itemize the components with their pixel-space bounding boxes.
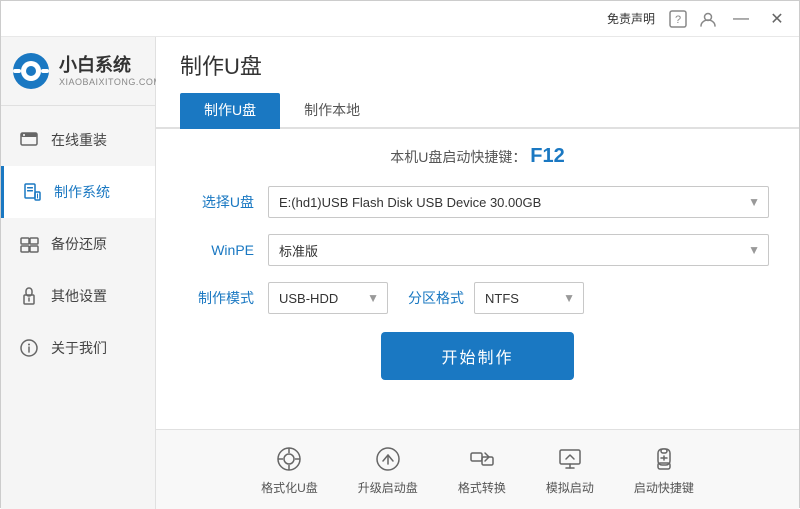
app-body: 小白系统 XIAOBAIXITONG.COM 在线重装 [1,37,799,509]
logo-subtitle: XIAOBAIXITONG.COM [59,77,161,87]
sidebar-item-label-other-settings: 其他设置 [51,286,107,306]
bottom-toolbar: 格式化U盘 升级启动盘 [156,429,799,509]
sidebar-item-backup-restore[interactable]: 备份还原 [1,218,155,270]
sidebar-item-about-us[interactable]: 关于我们 [1,322,155,374]
select-udisk-control: E:(hd1)USB Flash Disk USB Device 30.00GB… [268,186,769,218]
tool-boot-shortcut-label: 启动快捷键 [634,479,694,496]
select-udisk-value: E:(hd1)USB Flash Disk USB Device 30.00GB [279,195,541,210]
make-mode-row: 制作模式 USB-HDD ▼ 分区格式 NTFS ▼ [186,282,769,314]
format-convert-icon [466,443,498,475]
partition-format-dropdown[interactable]: NTFS ▼ [474,282,584,314]
tabs-bar: 制作U盘 制作本地 [156,85,799,129]
start-btn-row: 开始制作 [186,332,769,380]
tool-simulate-boot[interactable]: 模拟启动 [546,443,594,496]
select-udisk-arrow: ▼ [748,195,760,209]
make-system-icon [20,180,44,204]
sidebar-item-label-make-system: 制作系统 [54,182,110,202]
help-icon[interactable]: ? [667,8,689,30]
make-mode-label: 制作模式 [186,288,254,308]
minimize-button[interactable]: — [727,8,755,30]
logo-title: 小白系统 [59,55,161,77]
winpe-label: WinPE [186,242,254,258]
sidebar-item-other-settings[interactable]: 其他设置 [1,270,155,322]
winpe-value: 标准版 [279,241,318,260]
tool-boot-shortcut[interactable]: 启动快捷键 [634,443,694,496]
tool-format-udisk[interactable]: 格式化U盘 [261,443,318,496]
sidebar-item-label-backup-restore: 备份还原 [51,234,107,254]
make-mode-dropdown[interactable]: USB-HDD ▼ [268,282,388,314]
tab-make-udisk[interactable]: 制作U盘 [180,93,280,129]
partition-format-label: 分区格式 [408,288,464,308]
tool-upgrade-boot-label: 升级启动盘 [358,479,418,496]
sidebar-item-online-reinstall[interactable]: 在线重装 [1,114,155,166]
boot-shortcut-icon [648,443,680,475]
tool-simulate-boot-label: 模拟启动 [546,479,594,496]
shortcut-hint: 本机U盘启动快捷键： F12 [186,145,769,168]
upgrade-boot-icon [372,443,404,475]
title-bar: 免责声明 ? — ✕ [1,1,799,37]
sidebar-menu: 在线重装 制作系统 [1,106,155,509]
logo-text: 小白系统 XIAOBAIXITONG.COM [59,55,161,87]
format-udisk-icon [273,443,305,475]
backup-restore-icon [17,232,41,256]
page-title: 制作U盘 [180,49,262,81]
select-udisk-row: 选择U盘 E:(hd1)USB Flash Disk USB Device 30… [186,186,769,218]
make-mode-arrow: ▼ [367,291,379,305]
shortcut-key: F12 [530,145,564,167]
close-button[interactable]: ✕ [763,8,791,30]
about-us-icon [17,336,41,360]
sidebar: 小白系统 XIAOBAIXITONG.COM 在线重装 [1,37,156,509]
select-udisk-dropdown[interactable]: E:(hd1)USB Flash Disk USB Device 30.00GB… [268,186,769,218]
window-controls: ? — ✕ [667,8,791,30]
sidebar-item-label-about-us: 关于我们 [51,338,107,358]
start-make-button[interactable]: 开始制作 [381,332,573,380]
online-reinstall-icon [17,128,41,152]
partition-format-arrow: ▼ [563,291,575,305]
simulate-boot-icon [554,443,586,475]
free-declaration-link[interactable]: 免责声明 [607,10,655,27]
sidebar-item-make-system[interactable]: 制作系统 [1,166,155,218]
partition-format-value: NTFS [485,291,519,306]
tool-format-udisk-label: 格式化U盘 [261,479,318,496]
winpe-row: WinPE 标准版 ▼ [186,234,769,266]
make-mode-value: USB-HDD [279,291,338,306]
logo-area: 小白系统 XIAOBAIXITONG.COM [1,37,155,106]
page-header: 制作U盘 [156,37,799,81]
tab-make-local[interactable]: 制作本地 [280,93,384,129]
tool-format-convert-label: 格式转换 [458,479,506,496]
tool-format-convert[interactable]: 格式转换 [458,443,506,496]
winpe-arrow: ▼ [748,243,760,257]
select-udisk-label: 选择U盘 [186,192,254,212]
user-icon[interactable] [697,8,719,30]
svg-text:?: ? [675,14,681,26]
winpe-control: 标准版 ▼ [268,234,769,266]
form-area: 本机U盘启动快捷键： F12 选择U盘 E:(hd1)USB Flash Dis… [156,129,799,429]
sidebar-item-label-online-reinstall: 在线重装 [51,130,107,150]
tool-upgrade-boot[interactable]: 升级启动盘 [358,443,418,496]
shortcut-prefix: 本机U盘启动快捷键： [390,149,526,165]
content-area: 制作U盘 制作U盘 制作本地 本机U盘启动快捷键： F12 选择U盘 E:(hd… [156,37,799,509]
other-settings-icon [17,284,41,308]
winpe-dropdown[interactable]: 标准版 ▼ [268,234,769,266]
logo-icon [11,51,51,91]
